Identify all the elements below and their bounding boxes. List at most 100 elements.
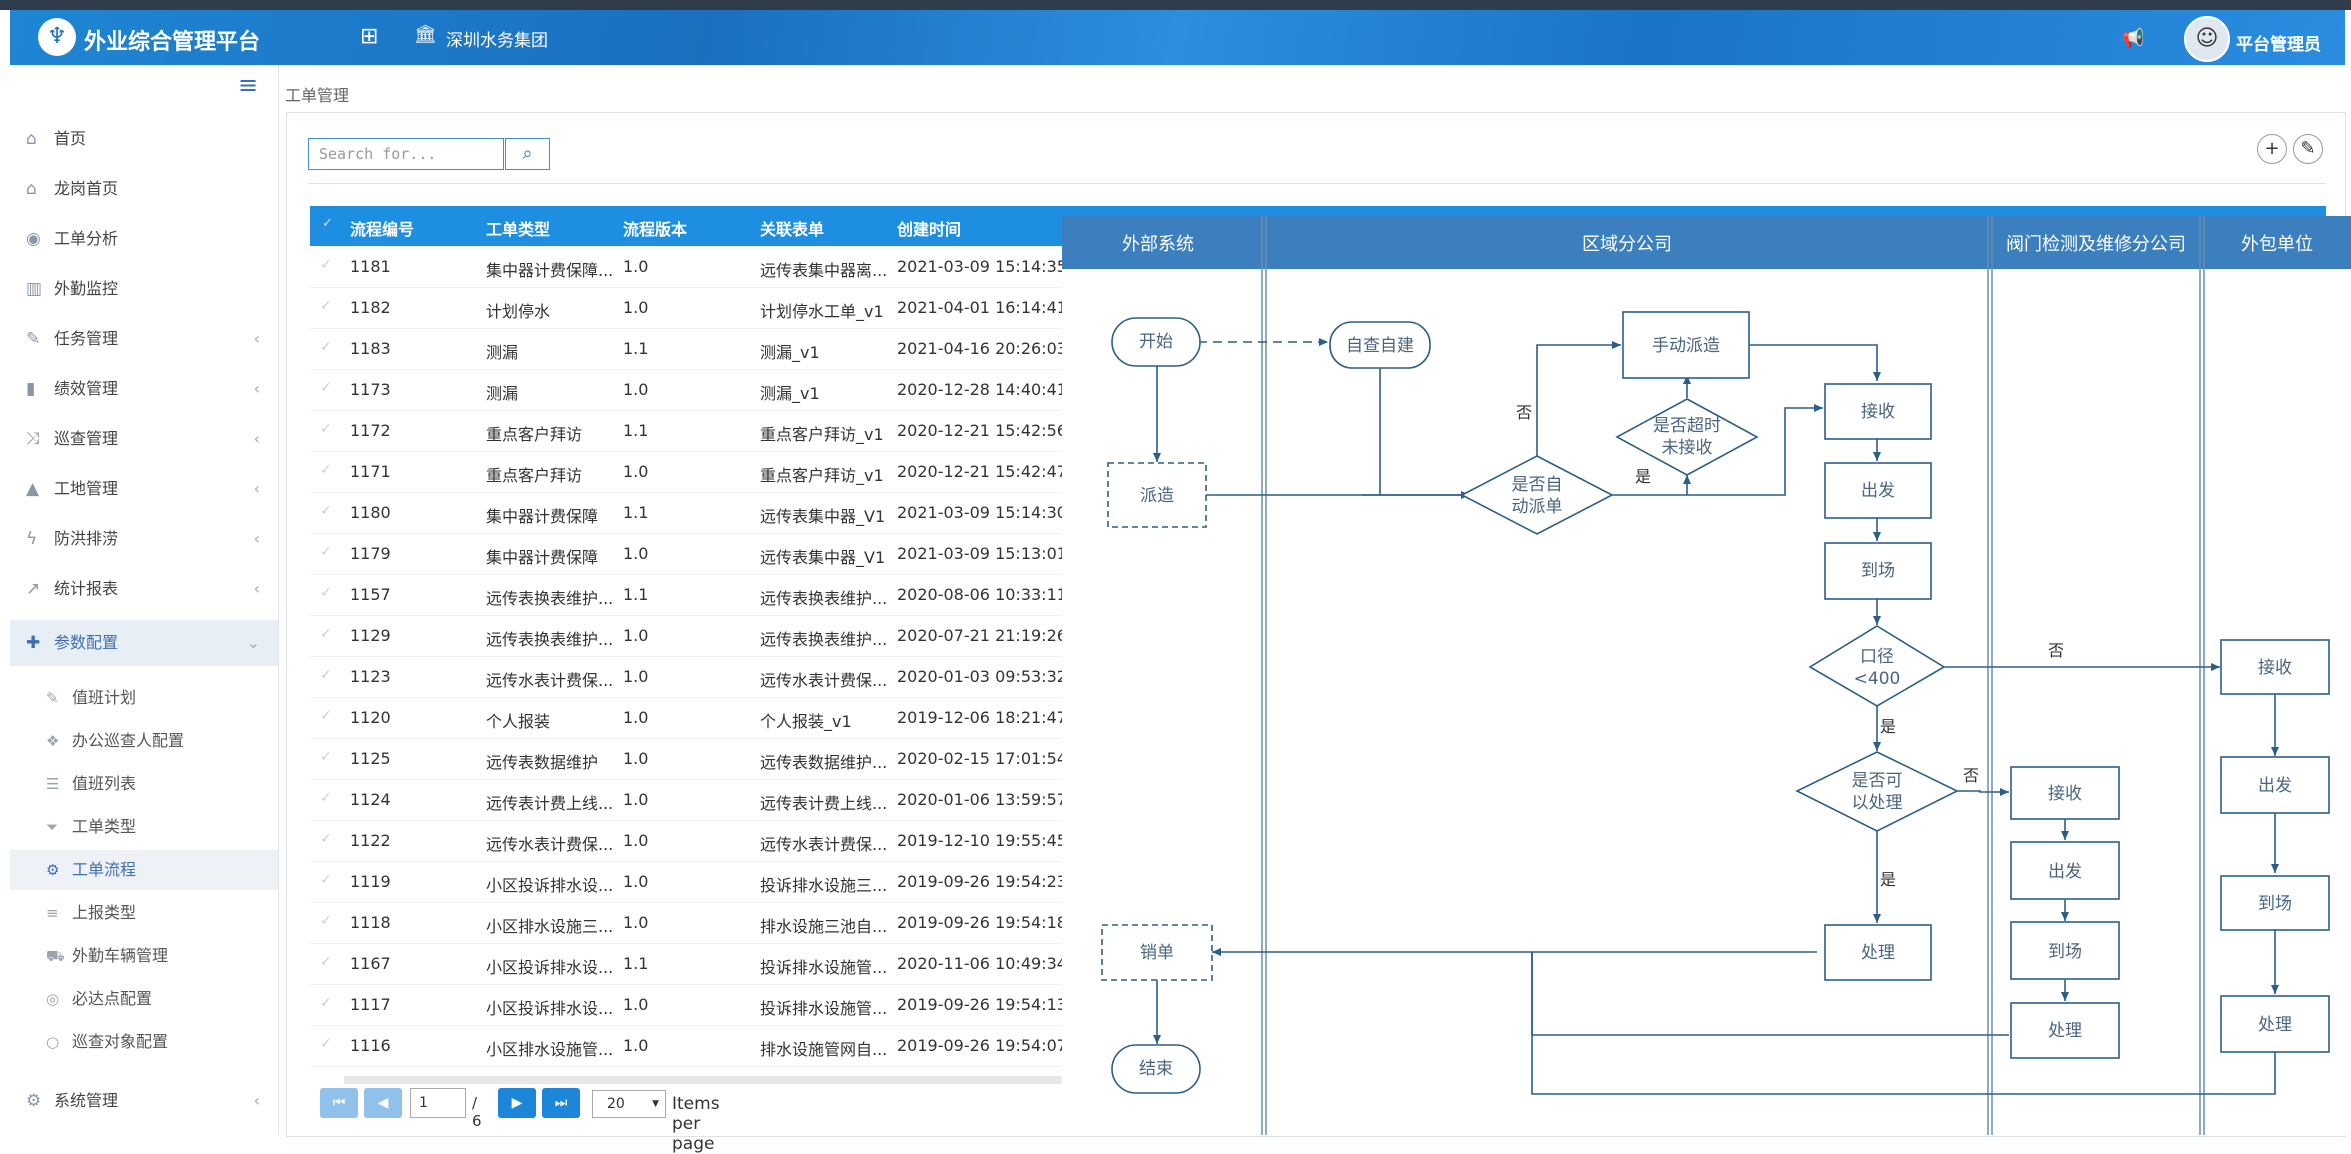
- row-checkbox[interactable]: ✓: [320, 708, 332, 724]
- sidebar-item-config[interactable]: ✚ 参数配置 ⌄: [10, 620, 278, 666]
- sidebar-item-flood[interactable]: ϟ 防洪排涝 ‹: [10, 516, 278, 562]
- table-cell: 1182: [350, 298, 391, 317]
- sidebar-subitem-report-type[interactable]: ≡ 上报类型: [10, 893, 278, 933]
- column-header[interactable]: 创建时间: [897, 216, 961, 240]
- app-logo: ♆: [38, 18, 76, 56]
- page-size-select[interactable]: 20: [592, 1090, 666, 1118]
- row-checkbox[interactable]: ✓: [320, 995, 332, 1011]
- table-row[interactable]: ✓ 1125 远传表数据维护 1.0 远传表数据维护... 2020-02-15 17:0…: [310, 738, 1067, 780]
- sidebar-subitem-vehicles[interactable]: ⛟ 外勤车辆管理: [10, 936, 278, 976]
- org-name[interactable]: 深圳水务集团: [446, 26, 548, 51]
- row-checkbox[interactable]: ✓: [320, 954, 332, 970]
- bullhorn-icon[interactable]: 📢: [2122, 28, 2144, 49]
- sidebar-subitem-duty-list[interactable]: ☰ 值班列表: [10, 764, 278, 804]
- page-input[interactable]: 1: [410, 1088, 466, 1118]
- table-row[interactable]: ✓ 1157 远传表换表维护... 1.1 远传表换表维护... 2020-08-06 1…: [310, 574, 1067, 616]
- search-icon[interactable]: ⌕: [505, 138, 550, 170]
- table-row[interactable]: ✓ 1122 远传水表计费保... 1.0 远传水表计费保... 2019-12-10 1…: [310, 820, 1067, 862]
- table-cell: 测漏_v1: [760, 384, 820, 403]
- table-cell: 1.0: [623, 462, 649, 481]
- sidebar-item-longgang-home[interactable]: ⌂ 龙岗首页: [10, 166, 278, 212]
- page-size-label: Items per page: [672, 1094, 720, 1154]
- row-checkbox[interactable]: ✓: [320, 421, 332, 437]
- prev-page-button[interactable]: ◀: [364, 1088, 402, 1118]
- sidebar-item-reports[interactable]: ↗ 统计报表 ‹: [10, 566, 278, 612]
- table-row[interactable]: ✓ 1180 集中器计费保障 1.1 远传表集中器_V1 2021-03-09 15:14…: [310, 492, 1067, 534]
- table-cell: 1.0: [623, 831, 649, 850]
- first-page-button[interactable]: ⏮: [320, 1088, 358, 1118]
- add-button[interactable]: +: [2257, 134, 2287, 164]
- column-header[interactable]: 流程编号: [350, 216, 414, 240]
- sidebar-item-sites[interactable]: ▲ 工地管理 ‹: [10, 466, 278, 512]
- row-checkbox[interactable]: ✓: [320, 380, 332, 396]
- table-row[interactable]: ✓ 1120 个人报装 1.0 个人报装_v1 2019-12-06 18:21:47: [310, 697, 1067, 739]
- column-header[interactable]: 工单类型: [486, 216, 550, 240]
- table-row[interactable]: ✓ 1123 远传水表计费保... 1.0 远传水表计费保... 2020-01-03 0…: [310, 656, 1067, 698]
- user-name[interactable]: 平台管理员: [2236, 30, 2321, 55]
- row-checkbox[interactable]: ✓: [320, 790, 332, 806]
- table-row[interactable]: ✓ 1172 重点客户拜访 1.1 重点客户拜访_v1 2020-12-21 15:42:…: [310, 410, 1067, 452]
- row-checkbox[interactable]: ✓: [320, 298, 332, 314]
- row-checkbox[interactable]: ✓: [320, 913, 332, 929]
- column-header[interactable]: 流程版本: [623, 216, 687, 240]
- row-checkbox[interactable]: ✓: [320, 626, 332, 642]
- horizontal-scrollbar[interactable]: [344, 1076, 1064, 1084]
- next-page-button[interactable]: ▶: [498, 1088, 536, 1118]
- sidebar-subitem-label: 值班列表: [72, 774, 137, 793]
- row-checkbox[interactable]: ✓: [320, 544, 332, 560]
- sidebar-subitem-office-patrol[interactable]: ❖ 办公巡查人配置: [10, 721, 278, 761]
- table-row[interactable]: ✓ 1167 小区投诉排水设... 1.1 投诉排水设施管... 2020-11-06 1…: [310, 943, 1067, 985]
- car-icon: ⛟: [46, 947, 65, 965]
- table-row[interactable]: ✓ 1173 测漏 1.0 测漏_v1 2020-12-28 14:40:41: [310, 369, 1067, 411]
- last-page-button[interactable]: ⏭: [542, 1088, 580, 1118]
- row-checkbox[interactable]: ✓: [320, 339, 332, 355]
- sidebar-item-tasks[interactable]: ✎ 任务管理 ‹: [10, 316, 278, 362]
- sidebar-item-label: 任务管理: [54, 329, 119, 348]
- sidebar-subitem-order-flow[interactable]: ⚙ 工单流程: [10, 850, 278, 890]
- table-row[interactable]: ✓ 1171 重点客户拜访 1.0 重点客户拜访_v1 2020-12-21 15:42:…: [310, 451, 1067, 493]
- sidebar-item-home[interactable]: ⌂ 首页: [10, 116, 278, 162]
- row-checkbox[interactable]: ✓: [320, 503, 332, 519]
- sidebar-item-analysis[interactable]: ◉ 工单分析: [10, 216, 278, 262]
- table-row[interactable]: ✓ 1117 小区投诉排水设... 1.0 投诉排水设施管... 2019-09-26 1…: [310, 984, 1067, 1026]
- sidebar-item-performance[interactable]: ▮ 绩效管理 ‹: [10, 366, 278, 412]
- windows-icon[interactable]: ⊞: [360, 24, 378, 49]
- sidebar-item-patrol[interactable]: ⤨ 巡查管理 ‹: [10, 416, 278, 462]
- row-checkbox[interactable]: ✓: [320, 1036, 332, 1052]
- sidebar-item-system[interactable]: ⚙ 系统管理 ‹: [10, 1078, 278, 1124]
- sidebar-subitem-duty-plan[interactable]: ✎ 值班计划: [10, 678, 278, 718]
- menu-toggle-icon[interactable]: ≡: [238, 71, 258, 99]
- table-cell: 2020-01-03 09:53:32: [897, 667, 1067, 686]
- table-row[interactable]: ✓ 1129 远传表换表维护... 1.0 远传表换表维护... 2020-07-21 2…: [310, 615, 1067, 657]
- search-input[interactable]: Search for...: [308, 138, 504, 170]
- table-cell: 远传表计费上线...: [486, 794, 614, 813]
- row-checkbox[interactable]: ✓: [320, 831, 332, 847]
- table-row[interactable]: ✓ 1119 小区投诉排水设... 1.0 投诉排水设施三... 2019-09-26 1…: [310, 861, 1067, 903]
- table-row[interactable]: ✓ 1179 集中器计费保障 1.0 远传表集中器_V1 2021-03-09 15:13…: [310, 533, 1067, 575]
- table-row[interactable]: ✓ 1116 小区排水设施管... 1.0 排水设施管网自... 2019-09-26 1…: [310, 1025, 1067, 1067]
- table-row[interactable]: ✓ 1124 远传表计费上线... 1.0 远传表计费上线... 2020-01-06 1…: [310, 779, 1067, 821]
- sidebar-item-monitor[interactable]: ▥ 外勤监控: [10, 266, 278, 312]
- table-cell: 1.1: [623, 954, 649, 973]
- table-row[interactable]: ✓ 1181 集中器计费保障... 1.0 远传表集中器离... 2021-03-09 1…: [310, 246, 1067, 288]
- sidebar-subitem-patrol-objects[interactable]: ○ 巡查对象配置: [10, 1022, 278, 1062]
- table-cell: 远传表数据维护...: [760, 753, 888, 772]
- select-all-checkbox[interactable]: ✓: [322, 216, 333, 231]
- table-row[interactable]: ✓ 1118 小区排水设施三... 1.0 排水设施三池自... 2019-09-26 1…: [310, 902, 1067, 944]
- table-row[interactable]: ✓ 1182 计划停水 1.0 计划停水工单_v1 2021-04-01 16:14:41: [310, 287, 1067, 329]
- table-cell: 1125: [350, 749, 391, 768]
- row-checkbox[interactable]: ✓: [320, 585, 332, 601]
- row-checkbox[interactable]: ✓: [320, 749, 332, 765]
- row-checkbox[interactable]: ✓: [320, 872, 332, 888]
- edit-button[interactable]: ✎: [2293, 134, 2323, 164]
- row-checkbox[interactable]: ✓: [320, 667, 332, 683]
- table-row[interactable]: ✓ 1183 测漏 1.1 测漏_v1 2021-04-16 20:26:03: [310, 328, 1067, 370]
- sidebar-subitem-checkpoints[interactable]: ◎ 必达点配置: [10, 979, 278, 1019]
- column-header[interactable]: 关联表单: [760, 216, 824, 240]
- sidebar-subitem-order-type[interactable]: ⏷ 工单类型: [10, 807, 278, 847]
- table-cell: 1116: [350, 1036, 391, 1055]
- row-checkbox[interactable]: ✓: [320, 257, 332, 273]
- avatar[interactable]: ☺: [2184, 16, 2230, 62]
- row-checkbox[interactable]: ✓: [320, 462, 332, 478]
- table-cell: 1.0: [623, 995, 649, 1014]
